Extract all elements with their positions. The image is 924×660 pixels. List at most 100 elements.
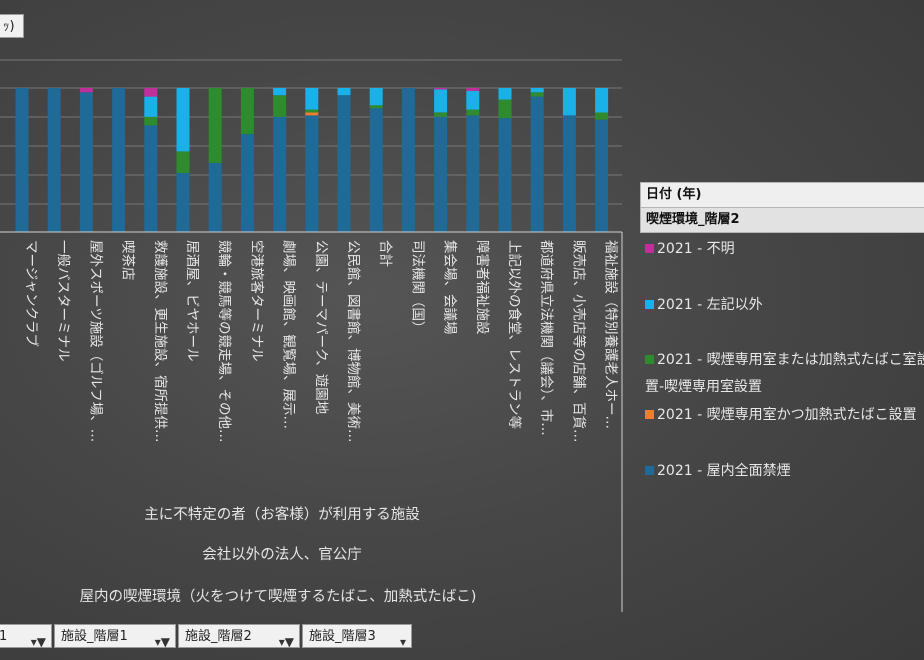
bar-segment[interactable] bbox=[595, 112, 609, 120]
bar-segment[interactable] bbox=[562, 88, 576, 116]
bar-segment[interactable] bbox=[144, 88, 158, 97]
legend-item[interactable]: 2021 - 左記以外 bbox=[645, 292, 924, 319]
legend-item[interactable]: 2021 - 喫煙専用室または加熱式たばこ室設置-喫煙専用室設置 bbox=[645, 347, 924, 401]
legend-item[interactable]: 2021 - 不明 bbox=[645, 236, 924, 263]
bar-segment[interactable] bbox=[79, 88, 93, 93]
bar-segment[interactable] bbox=[466, 115, 480, 232]
filter-funnel-icon[interactable]: ▾▼ bbox=[155, 630, 170, 654]
x-axis-label: 一般バスターミナル bbox=[55, 240, 71, 362]
bar-segment[interactable] bbox=[530, 88, 544, 93]
bar-segment[interactable] bbox=[434, 89, 448, 113]
bar-segment[interactable] bbox=[176, 88, 190, 152]
bar-segment[interactable] bbox=[337, 88, 351, 96]
legend-swatch bbox=[645, 355, 654, 364]
bar-segment[interactable] bbox=[305, 88, 319, 110]
bar-segment[interactable] bbox=[369, 108, 383, 232]
bar-segment[interactable] bbox=[466, 88, 480, 91]
bar-segment[interactable] bbox=[305, 109, 319, 113]
bar-segment[interactable] bbox=[208, 88, 222, 163]
legend-swatch bbox=[645, 244, 654, 253]
x-axis-label: 空港旅客ターミナル bbox=[248, 240, 265, 362]
x-axis-label: マージャンクラブ bbox=[23, 240, 40, 348]
field-filter-label: 1 bbox=[0, 629, 8, 644]
legend-item[interactable]: 2021 - 喫煙専用室かつ加熱式たばこ設置 bbox=[645, 402, 924, 429]
legend-item[interactable]: 2021 - 屋内全面禁煙 bbox=[645, 458, 924, 485]
x-axis-label: 救護施設、更生施設、宿所提供… bbox=[152, 240, 169, 443]
bar-segment[interactable] bbox=[176, 173, 190, 232]
bar-segment[interactable] bbox=[337, 95, 351, 232]
stacked-bar-chart: マージャンクラブ 一般バスターミナル 屋外スポーツ施設（ゴルフ場、… 喫茶店 救護施設、… bbox=[0, 59, 623, 612]
legend-label: 2021 - 喫煙専用室かつ加熱式たばこ設置 bbox=[657, 407, 917, 423]
bar-segment[interactable] bbox=[434, 88, 448, 90]
field-filter-label: 施設_階層1 bbox=[61, 629, 128, 644]
x-axis-label: 司法機関（国） bbox=[409, 240, 425, 335]
x-axis-label: 販売店、小売店等の店舗、百貨… bbox=[570, 240, 587, 443]
legend-label: 2021 - 屋内全面禁煙 bbox=[657, 463, 791, 479]
bar-segment[interactable] bbox=[369, 88, 383, 106]
bar-segment[interactable] bbox=[466, 90, 480, 110]
x-axis-label: 障害者福祉施設 bbox=[474, 240, 490, 335]
x-axis-label: 集会場、会議場 bbox=[442, 240, 459, 335]
x-axis-label: 福祉施設（特別養護老人ホー… bbox=[603, 240, 620, 429]
bar-segment[interactable] bbox=[530, 96, 544, 232]
bar-segment[interactable] bbox=[305, 112, 319, 116]
bar-segment[interactable] bbox=[79, 92, 93, 232]
bar-segment[interactable] bbox=[273, 88, 287, 96]
filter-funnel-icon[interactable]: ▾▼ bbox=[31, 630, 46, 654]
legend-label: 2021 - 喫煙専用室または加熱式たばこ室設置-喫煙専用室設置 bbox=[645, 352, 924, 395]
bar-segment[interactable] bbox=[144, 125, 158, 232]
bar-segment[interactable] bbox=[112, 88, 126, 232]
legend-label: 2021 - 不明 bbox=[657, 241, 735, 257]
field-filter-button[interactable]: 1 ▾▼ bbox=[0, 624, 52, 649]
field-filter-button[interactable]: 施設_階層3 ▾ bbox=[302, 624, 412, 649]
bar-segment[interactable] bbox=[498, 118, 512, 232]
x-axis-label: 公園、テーマパーク、遊園地 bbox=[313, 240, 329, 415]
x-axis-label: 公民館、図書館、博物館、美術… bbox=[345, 240, 362, 443]
group-label-level3: 主に不特定の者（お客様）が利用する施設 bbox=[144, 506, 420, 523]
bar-segment[interactable] bbox=[595, 88, 609, 113]
x-axis-label: 喫茶店 bbox=[120, 240, 136, 281]
bar-segment[interactable] bbox=[401, 88, 415, 232]
field-filter-label: 施設_階層3 bbox=[309, 629, 376, 644]
x-axis-label: 上記以外の食堂、レストラン等 bbox=[506, 240, 523, 429]
bar-segment[interactable] bbox=[15, 88, 29, 232]
x-axis-label: 合計 bbox=[377, 240, 393, 267]
group-label-level2: 会社以外の法人、官公庁 bbox=[202, 546, 362, 563]
bar-segment[interactable] bbox=[240, 134, 254, 232]
bar-segment[interactable] bbox=[498, 88, 512, 100]
filter-funnel-icon[interactable]: ▾▼ bbox=[279, 630, 294, 654]
bar-segment[interactable] bbox=[47, 88, 61, 232]
bar-segment[interactable] bbox=[273, 116, 287, 232]
field-filter-button[interactable]: 施設_階層2 ▾▼ bbox=[178, 624, 300, 649]
bar-segment[interactable] bbox=[144, 96, 158, 117]
bar-segment[interactable] bbox=[562, 115, 576, 232]
bar-segment[interactable] bbox=[434, 116, 448, 232]
legend-subheader[interactable]: 喫煙環境_階層2 bbox=[640, 208, 924, 233]
bar-segment[interactable] bbox=[466, 109, 480, 116]
bar-segment[interactable] bbox=[434, 112, 448, 117]
bar-segment[interactable] bbox=[144, 116, 158, 126]
legend-swatch bbox=[645, 466, 654, 475]
group-label-level1: 屋内の喫煙環境（火をつけて喫煙するたばこ、加熱式たばこ) bbox=[80, 587, 477, 605]
field-filter-button[interactable]: 施設_階層1 ▾▼ bbox=[54, 624, 176, 649]
x-axis-labels: マージャンクラブ 一般バスターミナル 屋外スポーツ施設（ゴルフ場、… 喫茶店 救護施設、… bbox=[23, 240, 620, 443]
bar-segment[interactable] bbox=[530, 92, 544, 97]
legend-header[interactable]: 日付 (年) bbox=[640, 182, 924, 208]
dropdown-arrow-icon[interactable]: ▾ bbox=[400, 630, 406, 654]
bar-segment[interactable] bbox=[498, 99, 512, 119]
bar-segment[interactable] bbox=[595, 119, 609, 232]
x-axis-label: 都道府県立法機関（議会）、市… bbox=[538, 240, 555, 436]
x-axis-label: 競輪・競馬等の競走場、その他… bbox=[216, 240, 233, 443]
field-filter-label: 施設_階層2 bbox=[185, 629, 252, 644]
bar-segment[interactable] bbox=[369, 105, 383, 109]
legend-swatch bbox=[645, 410, 654, 419]
bars bbox=[15, 88, 609, 232]
x-axis-label: 屋外スポーツ施設（ゴルフ場、… bbox=[87, 240, 104, 442]
bar-segment[interactable] bbox=[273, 95, 287, 117]
bar-segment[interactable] bbox=[240, 88, 254, 135]
bar-segment[interactable] bbox=[208, 162, 222, 232]
bar-segment[interactable] bbox=[305, 115, 319, 232]
bar-segment[interactable] bbox=[176, 151, 190, 173]
legend: 日付 (年) 喫煙環境_階層2 2021 - 不明 2021 - 左記以外 2021… bbox=[640, 182, 924, 479]
legend-label: 2021 - 左記以外 bbox=[657, 297, 763, 313]
